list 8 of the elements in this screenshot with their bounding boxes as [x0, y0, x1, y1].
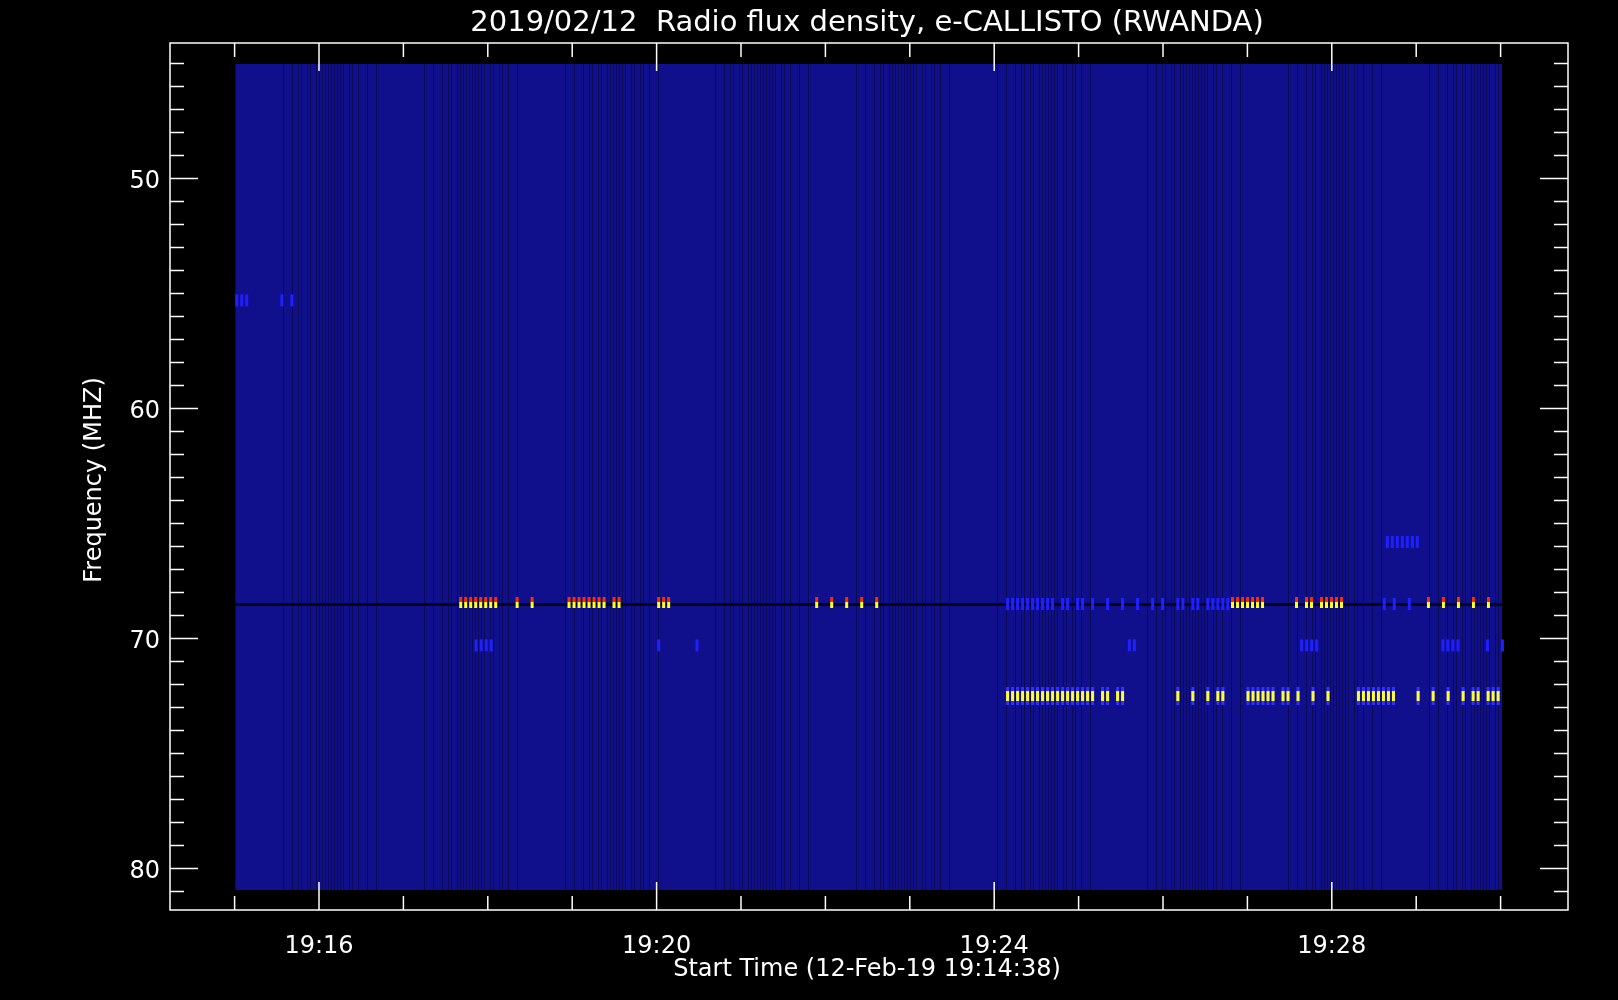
tick-label: 80 [129, 855, 160, 884]
chart-title: 2019/02/12 Radio flux density, e-CALLISTO (RWANDA) [470, 4, 1264, 38]
axis-title: Frequency (MHZ) [79, 377, 107, 583]
tick-label: 50 [129, 165, 160, 194]
tick-label: 70 [129, 625, 160, 654]
tick-label: 60 [129, 395, 160, 424]
tick-label: 19:28 [1297, 931, 1367, 959]
tick-label: 19:16 [284, 931, 354, 959]
